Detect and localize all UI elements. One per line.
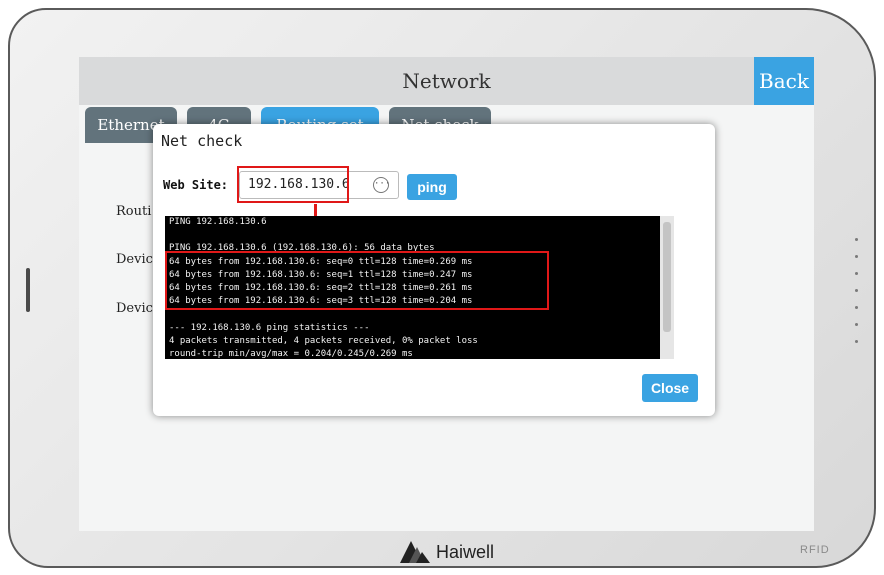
side-button xyxy=(26,268,30,312)
reply-highlight-box xyxy=(165,251,549,310)
ping-button[interactable]: ping xyxy=(407,174,457,200)
device-label-1: Devic xyxy=(116,252,153,267)
page-title: Network xyxy=(402,69,491,93)
console-scroll-thumb[interactable] xyxy=(663,222,671,332)
rfid-label: RFID xyxy=(800,544,830,556)
back-button[interactable]: Back xyxy=(754,57,814,105)
input-highlight-box xyxy=(237,166,349,203)
close-button[interactable]: Close xyxy=(642,374,698,402)
more-options-icon[interactable]: ··· xyxy=(373,177,390,193)
net-check-dialog: Net check Web Site: 192.168.130.6 ··· pi… xyxy=(153,124,715,416)
speaker-dots xyxy=(855,238,858,357)
console-scrollbar[interactable] xyxy=(660,216,674,359)
device-label-2: Devic xyxy=(116,301,153,316)
web-site-label: Web Site: xyxy=(163,178,229,192)
routing-label: Routi xyxy=(116,204,152,219)
brand-name: Haiwell xyxy=(436,541,495,562)
haiwell-logo-icon xyxy=(400,541,430,563)
dialog-title: Net check xyxy=(161,132,243,150)
haiwell-logo: Haiwell xyxy=(400,540,494,564)
